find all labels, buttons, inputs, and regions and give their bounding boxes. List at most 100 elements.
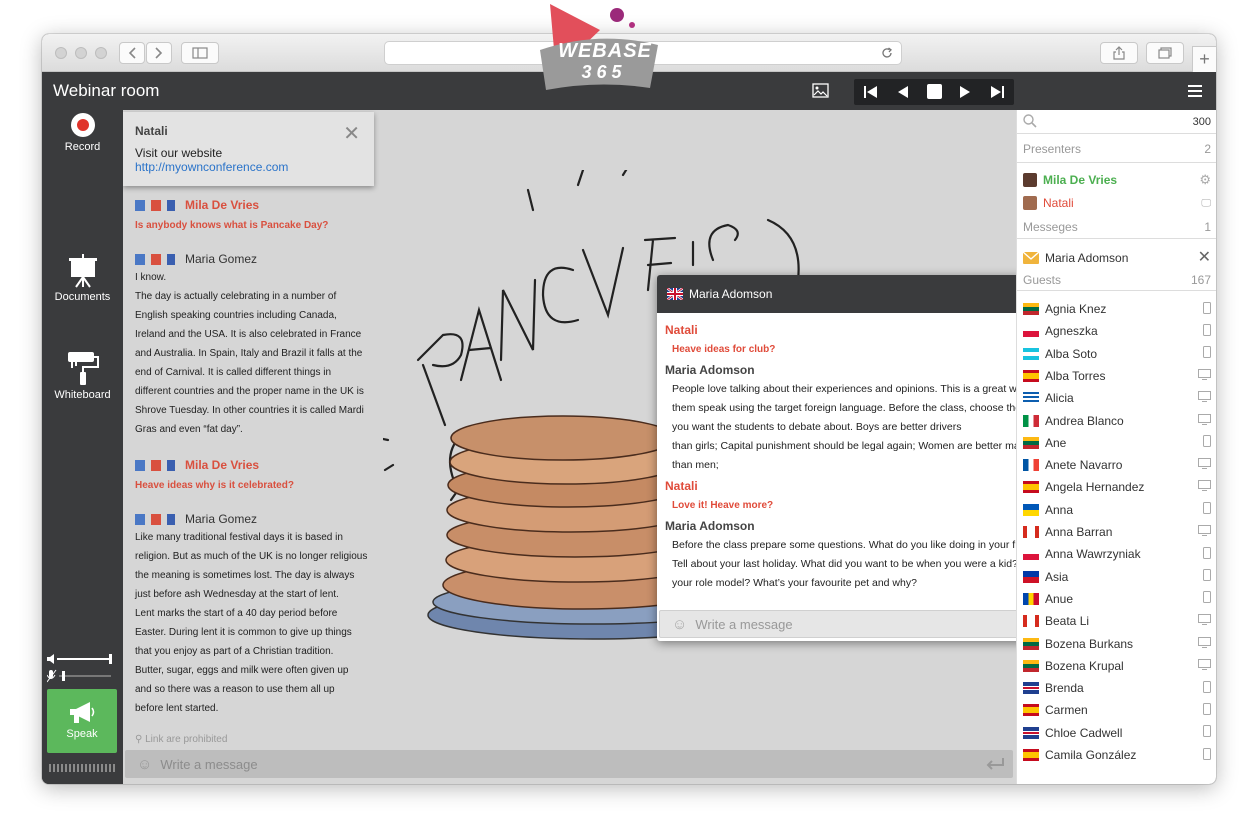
- flag-icon: [1023, 615, 1039, 628]
- first-slide-icon[interactable]: [864, 86, 877, 98]
- presenter-item[interactable]: Mila De Vries ⚙: [1023, 169, 1213, 191]
- desktop-icon: [1198, 636, 1211, 651]
- guest-item[interactable]: Asia: [1023, 566, 1213, 588]
- guest-item[interactable]: Anna Wawrzyniak: [1023, 543, 1213, 565]
- guest-item[interactable]: Alba Soto: [1023, 343, 1213, 365]
- guest-item[interactable]: Anue: [1023, 588, 1213, 610]
- pm-line: People love talking about their experien…: [672, 383, 1016, 395]
- image-icon[interactable]: [812, 83, 829, 98]
- pm-author: Maria Adomson: [665, 363, 755, 377]
- guest-name: Anna Wawrzyniak: [1045, 547, 1141, 562]
- avatar: [1023, 173, 1037, 187]
- microphone-volume-slider[interactable]: [47, 669, 113, 683]
- pin-icon[interactable]: [167, 253, 175, 265]
- guest-item[interactable]: Ane: [1023, 432, 1213, 454]
- copy-icon[interactable]: [135, 253, 145, 265]
- sidebar-toggle-button[interactable]: [181, 42, 219, 64]
- copy-icon[interactable]: [135, 513, 145, 525]
- message-line: The day is actually celebrating in a num…: [135, 291, 337, 302]
- guest-item[interactable]: Bozena Burkans: [1023, 633, 1213, 655]
- message-line: the meaning is sometimes lost. The day i…: [135, 570, 355, 581]
- presentation-stage: Natali Visit our website http://myowncon…: [123, 110, 1016, 784]
- menu-icon[interactable]: [1188, 84, 1202, 98]
- uk-flag-icon: [667, 288, 683, 300]
- last-slide-icon[interactable]: [991, 86, 1004, 98]
- documents-label: Documents: [54, 291, 111, 303]
- guest-item[interactable]: Bozena Krupal: [1023, 655, 1213, 677]
- guest-item[interactable]: Agnia Knez: [1023, 298, 1213, 320]
- flag-icon: [1023, 481, 1039, 494]
- close-window-dot[interactable]: [55, 47, 67, 59]
- participant-search[interactable]: 300: [1017, 110, 1216, 134]
- message-text: Heave ideas why is it celebrated?: [135, 480, 294, 491]
- whiteboard-tool[interactable]: Whiteboard: [42, 350, 123, 401]
- pin-icon[interactable]: [167, 199, 175, 211]
- guest-item[interactable]: Anna Barran: [1023, 521, 1213, 543]
- message-line: Like many traditional festival days it i…: [135, 532, 343, 543]
- maximize-window-dot[interactable]: [95, 47, 107, 59]
- desktop-icon: [1198, 658, 1211, 673]
- record-tool[interactable]: Record: [42, 112, 123, 153]
- guest-item[interactable]: Beata Li: [1023, 610, 1213, 632]
- guest-item[interactable]: Angela Hernandez: [1023, 476, 1213, 498]
- pm-author: Natali: [665, 479, 698, 493]
- stop-icon[interactable]: [927, 84, 942, 99]
- guest-item[interactable]: Chloe Cadwell: [1023, 722, 1213, 744]
- messages-header: Messeges 1: [1023, 220, 1211, 234]
- guest-item[interactable]: Agneszka: [1023, 320, 1213, 342]
- pm-line: than girls; Capital punishment should be…: [672, 440, 1016, 452]
- tabs-button[interactable]: [1146, 42, 1184, 64]
- documents-tool[interactable]: Documents: [42, 254, 123, 303]
- close-icon[interactable]: ✕: [1198, 247, 1211, 267]
- share-button[interactable]: [1100, 42, 1138, 64]
- speaker-volume-slider[interactable]: [47, 653, 113, 665]
- guest-item[interactable]: Alba Torres: [1023, 365, 1213, 387]
- guest-item[interactable]: Camila González: [1023, 744, 1213, 766]
- easel-icon: [68, 254, 97, 288]
- flag-icon: [1023, 526, 1039, 538]
- trash-icon[interactable]: [151, 459, 161, 471]
- speak-button[interactable]: Speak: [47, 689, 117, 753]
- message-line: Easter. During lent it is common to give…: [135, 627, 352, 638]
- presenter-item[interactable]: Natali 🖵: [1023, 192, 1213, 214]
- back-button[interactable]: [119, 42, 145, 64]
- emoji-icon[interactable]: ☺: [672, 616, 687, 633]
- guest-item[interactable]: Carmen: [1023, 699, 1213, 721]
- minimize-window-dot[interactable]: [75, 47, 87, 59]
- guest-name: Alba Soto: [1045, 346, 1098, 361]
- chat-message-input[interactable]: ☺ Write a message: [125, 750, 1013, 778]
- mobile-icon: [1203, 435, 1211, 450]
- messages-count: 1: [1204, 220, 1211, 234]
- guest-item[interactable]: Anete Navarro: [1023, 454, 1213, 476]
- guest-item[interactable]: Andrea Blanco: [1023, 410, 1213, 432]
- flag-icon: [1023, 303, 1039, 315]
- trash-icon[interactable]: [151, 199, 161, 211]
- forward-button[interactable]: [146, 42, 172, 64]
- emoji-icon[interactable]: ☺: [137, 756, 152, 773]
- new-tab-button[interactable]: +: [1192, 46, 1216, 72]
- guest-item[interactable]: Brenda: [1023, 677, 1213, 699]
- enter-icon[interactable]: [985, 757, 1005, 771]
- message-line: Ireland and the USA. It is also celebrat…: [135, 329, 362, 340]
- pin-icon[interactable]: [167, 513, 175, 525]
- guest-item[interactable]: Anna: [1023, 499, 1213, 521]
- notice-link[interactable]: http://myownconference.com: [135, 160, 362, 174]
- pin-icon[interactable]: [167, 459, 175, 471]
- chat-message: Maria Gomez I know. The day is actually …: [135, 250, 375, 439]
- private-chat-header: Maria Adomson •••: [657, 275, 1016, 313]
- copy-icon[interactable]: [135, 199, 145, 211]
- close-icon[interactable]: ✕: [343, 121, 360, 146]
- next-slide-icon[interactable]: [960, 86, 970, 98]
- message-notification[interactable]: Maria Adomson ✕: [1023, 247, 1213, 269]
- reload-icon[interactable]: [881, 47, 893, 59]
- copy-icon[interactable]: [135, 459, 145, 471]
- trash-icon[interactable]: [151, 513, 161, 525]
- tabs-icon: [1158, 47, 1172, 59]
- gear-icon[interactable]: ⚙: [1199, 172, 1211, 188]
- guest-name: Asia: [1045, 569, 1069, 584]
- record-icon: [70, 113, 95, 137]
- private-message-input[interactable]: ☺ Write a message: [659, 610, 1016, 638]
- prev-slide-icon[interactable]: [898, 86, 908, 98]
- trash-icon[interactable]: [151, 253, 161, 265]
- guest-item[interactable]: Alicia: [1023, 387, 1213, 409]
